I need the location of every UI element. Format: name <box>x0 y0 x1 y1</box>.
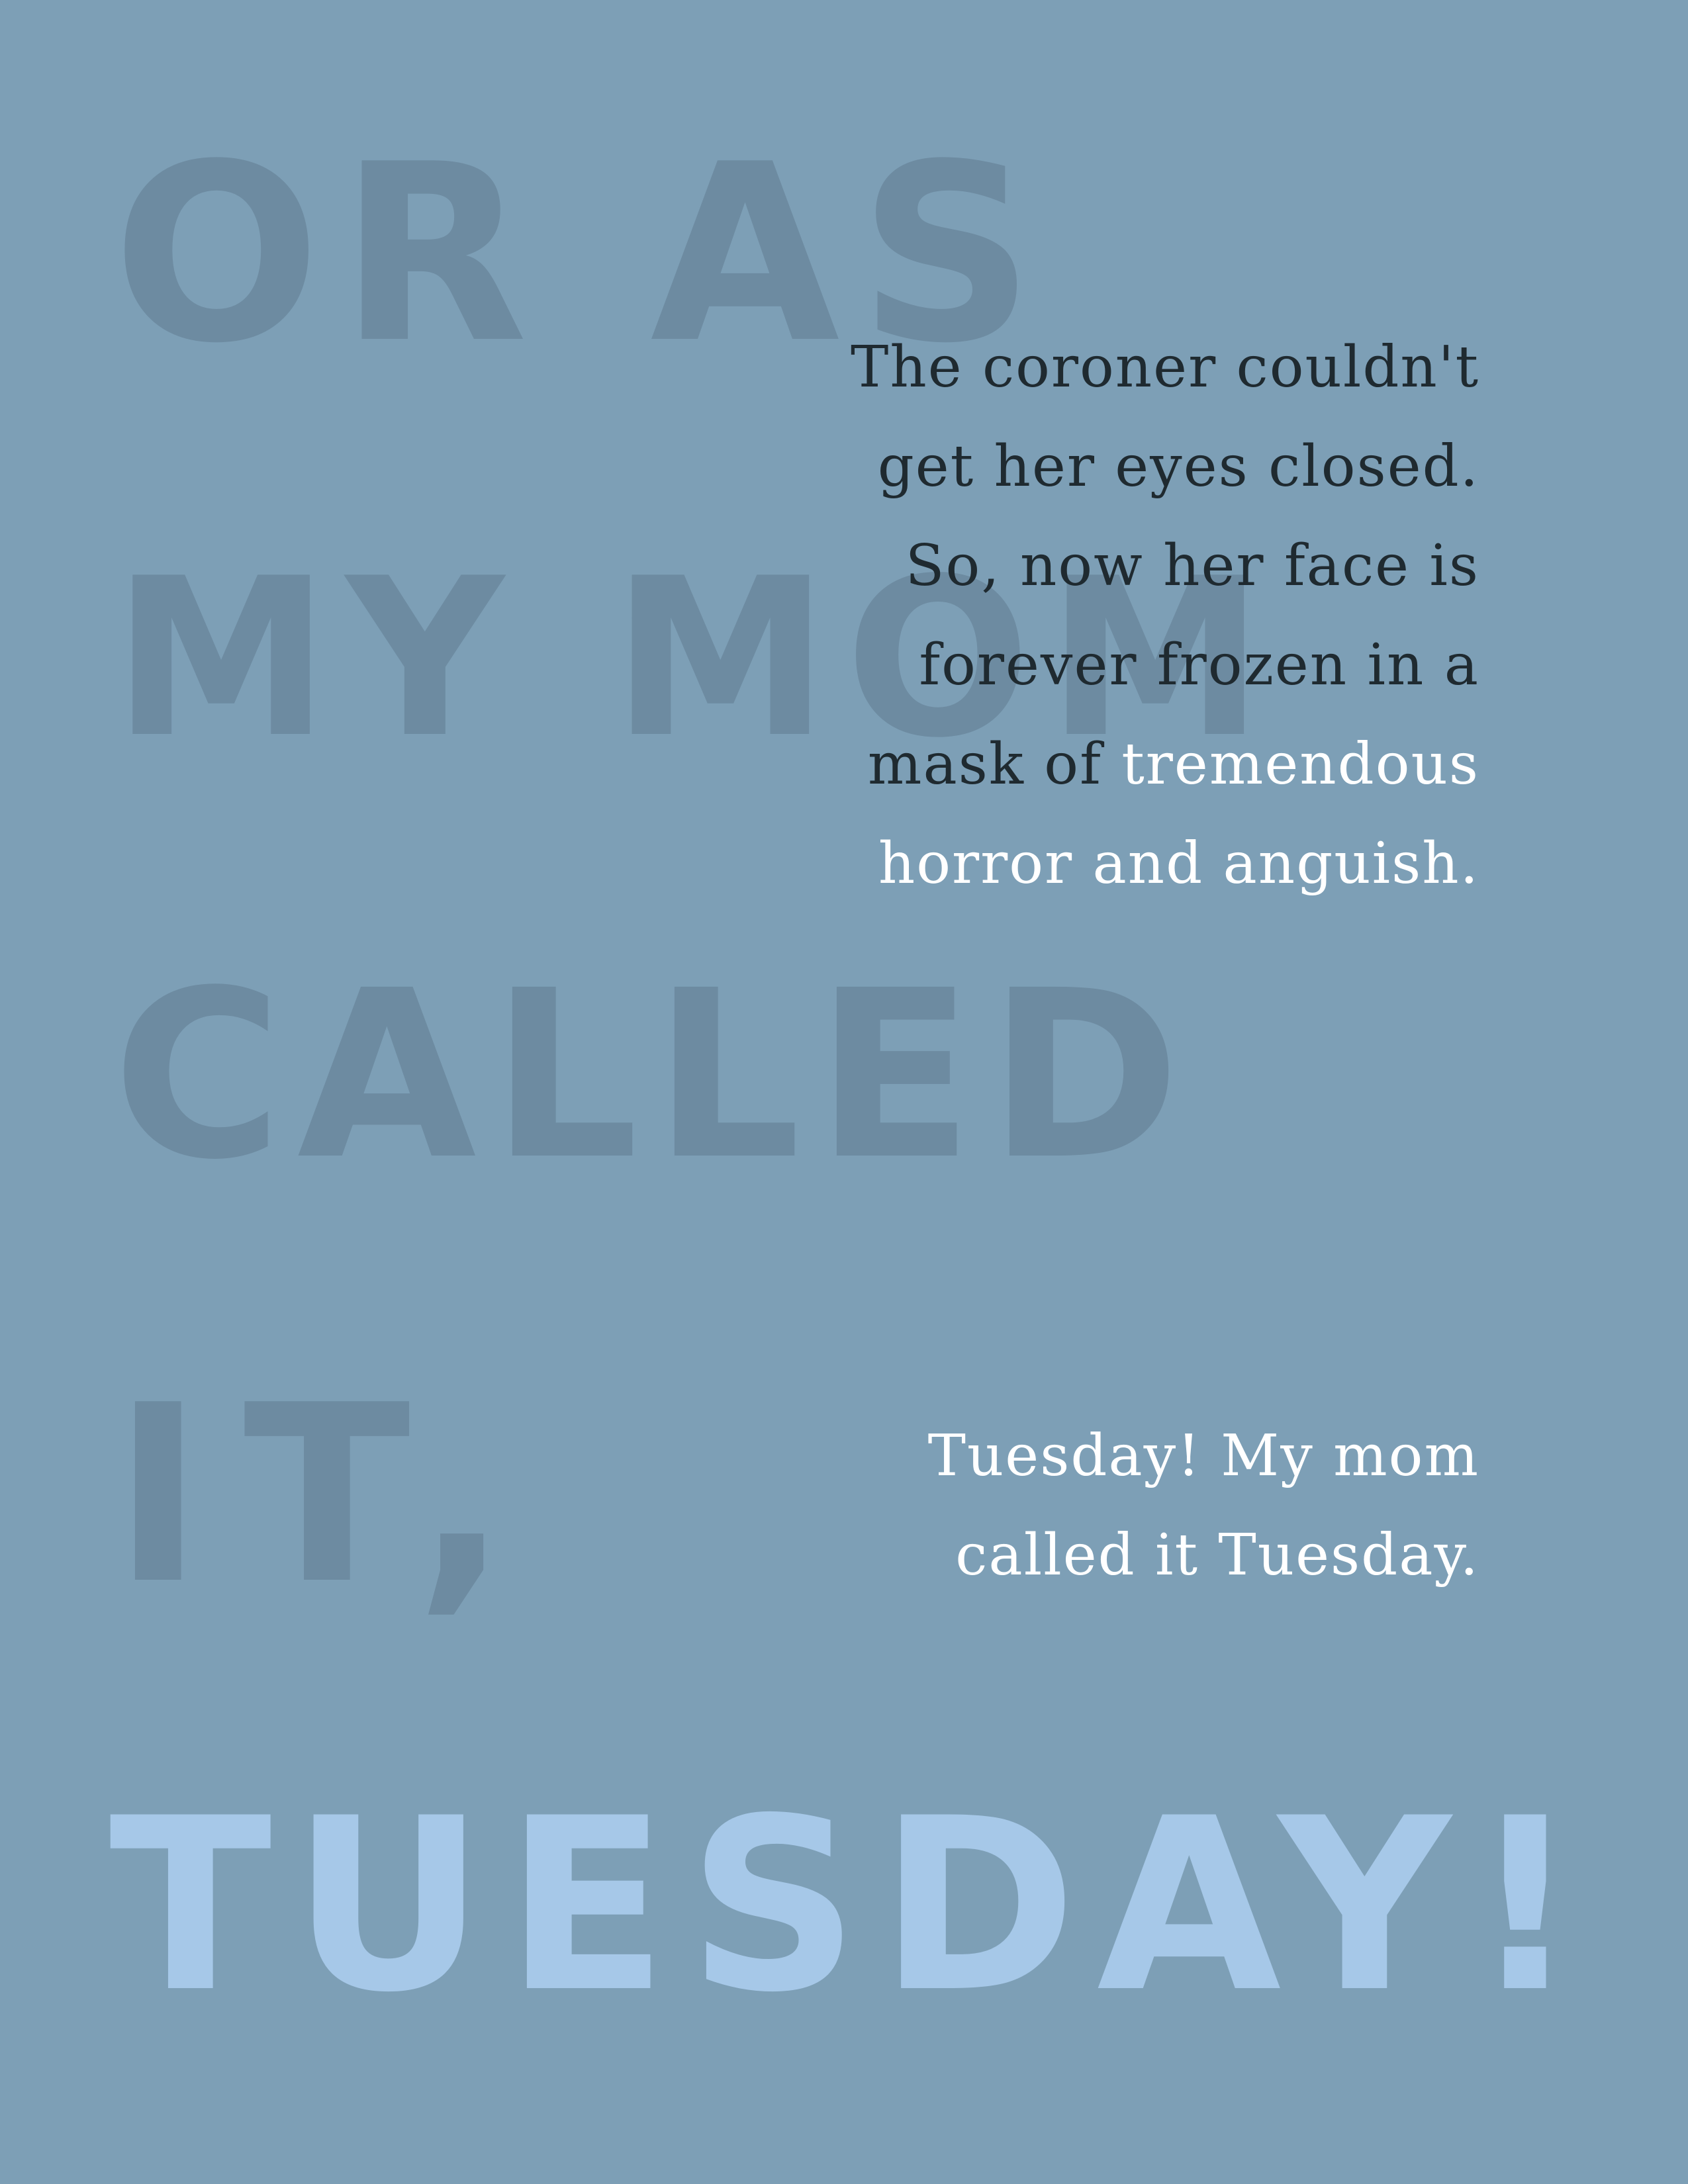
quote-2-line-2: called it Tuesday. <box>955 1522 1479 1588</box>
quote-1-line-2: get her eyes closed. <box>877 433 1479 500</box>
quote-tuesday: Tuesday! My mom called it Tuesday. <box>619 1406 1479 1605</box>
display-line-called: CALLED <box>113 940 1196 1210</box>
page: OR AS MY MOM CALLED IT, TUESDAY! The cor… <box>0 0 1688 2184</box>
quote-1-line-6: horror and anguish. <box>878 831 1479 897</box>
quote-2-line-1: Tuesday! My mom <box>927 1423 1479 1489</box>
quote-coroner: The coroner couldn't get her eyes closed… <box>619 318 1479 913</box>
quote-1-line-3: So, now her face is <box>905 533 1479 599</box>
quote-1-line-5a: mask of <box>867 731 1122 797</box>
quote-1-line-5b: tremendous <box>1121 731 1479 797</box>
quote-1-line-1: The coroner couldn't <box>850 334 1479 400</box>
display-line-tuesday: TUESDAY! <box>109 1767 1599 2044</box>
display-line-it: IT, <box>113 1353 548 1638</box>
quote-1-line-4: forever frozen in a <box>919 632 1479 698</box>
